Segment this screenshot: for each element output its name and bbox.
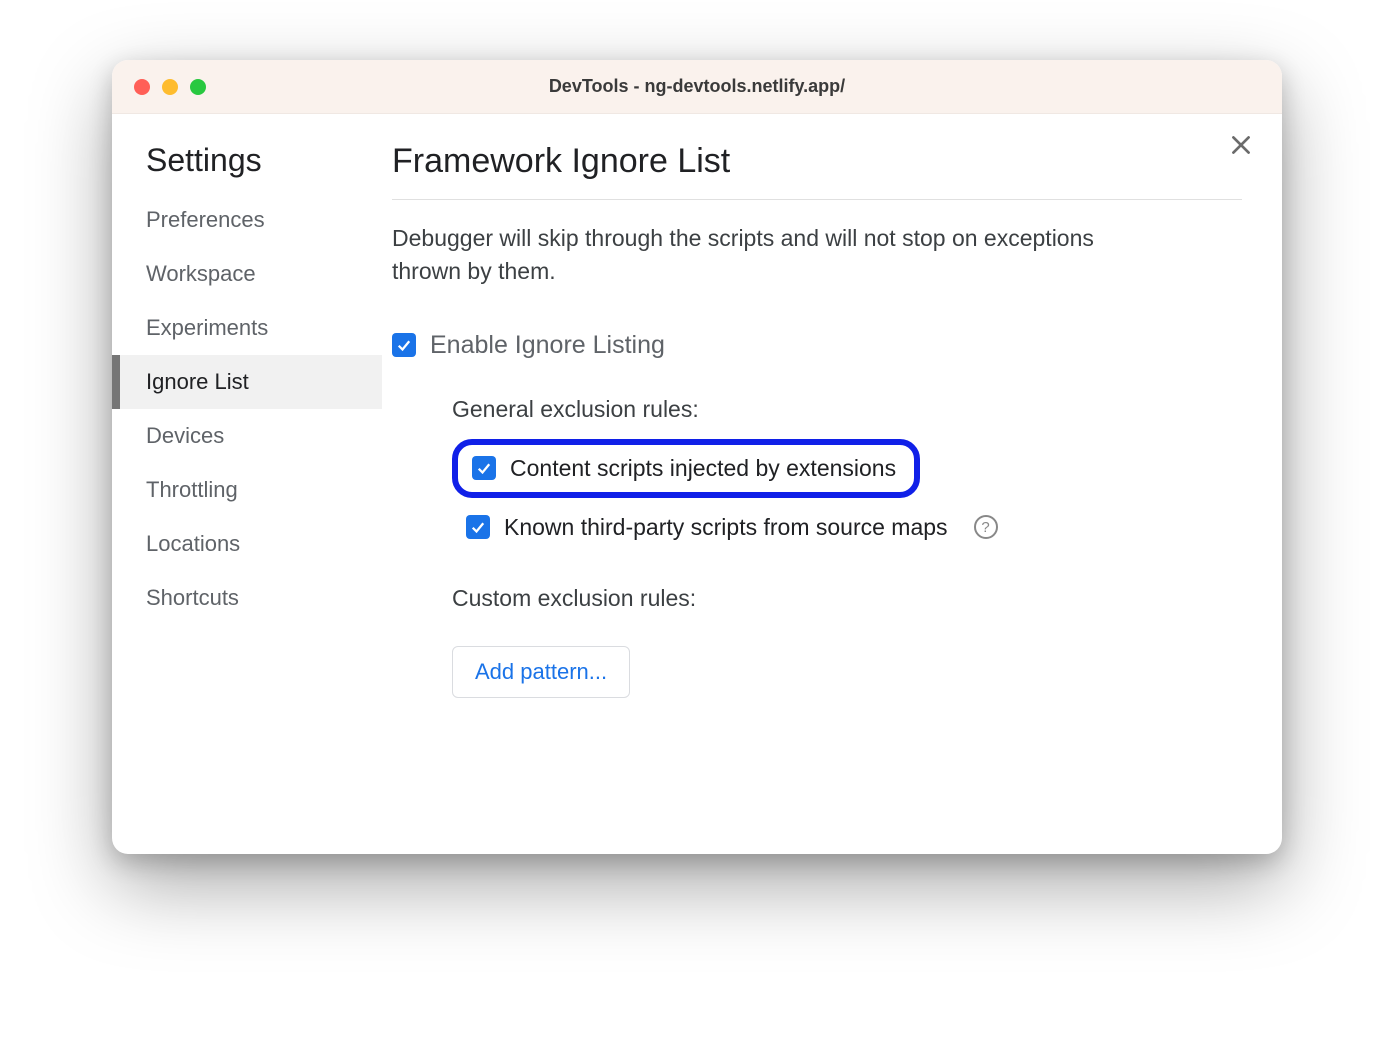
enable-ignore-listing-row: Enable Ignore Listing bbox=[392, 331, 1242, 360]
panel-title: Framework Ignore List bbox=[392, 142, 1242, 200]
close-settings-button[interactable] bbox=[1228, 132, 1254, 163]
sidebar-item-label: Workspace bbox=[146, 261, 256, 286]
third-party-label: Known third-party scripts from source ma… bbox=[504, 514, 948, 541]
sidebar-item-preferences[interactable]: Preferences bbox=[112, 193, 382, 247]
settings-sidebar: Settings Preferences Workspace Experimen… bbox=[112, 114, 382, 854]
sidebar-item-label: Throttling bbox=[146, 477, 238, 502]
settings-content: Settings Preferences Workspace Experimen… bbox=[112, 114, 1282, 854]
custom-rules-heading: Custom exclusion rules: bbox=[392, 585, 1242, 612]
devtools-settings-window: DevTools - ng-devtools.netlify.app/ Sett… bbox=[112, 60, 1282, 854]
sidebar-item-label: Devices bbox=[146, 423, 224, 448]
help-icon[interactable]: ? bbox=[974, 515, 998, 539]
sidebar-item-ignore-list[interactable]: Ignore List bbox=[112, 355, 382, 409]
sidebar-item-devices[interactable]: Devices bbox=[112, 409, 382, 463]
content-scripts-rule-highlight: Content scripts injected by extensions bbox=[452, 439, 920, 498]
window-titlebar: DevTools - ng-devtools.netlify.app/ bbox=[112, 60, 1282, 114]
settings-main-panel: Framework Ignore List Debugger will skip… bbox=[382, 114, 1282, 854]
content-scripts-label: Content scripts injected by extensions bbox=[510, 455, 896, 482]
sidebar-item-label: Experiments bbox=[146, 315, 268, 340]
window-close-button[interactable] bbox=[134, 79, 150, 95]
sidebar-item-shortcuts[interactable]: Shortcuts bbox=[112, 571, 382, 625]
traffic-lights bbox=[112, 79, 206, 95]
sidebar-item-throttling[interactable]: Throttling bbox=[112, 463, 382, 517]
sidebar-item-workspace[interactable]: Workspace bbox=[112, 247, 382, 301]
sidebar-item-label: Shortcuts bbox=[146, 585, 239, 610]
sidebar-item-experiments[interactable]: Experiments bbox=[112, 301, 382, 355]
add-pattern-button[interactable]: Add pattern... bbox=[452, 646, 630, 698]
content-scripts-checkbox[interactable] bbox=[472, 456, 496, 480]
settings-heading: Settings bbox=[112, 142, 382, 193]
window-title: DevTools - ng-devtools.netlify.app/ bbox=[112, 76, 1282, 97]
window-minimize-button[interactable] bbox=[162, 79, 178, 95]
close-icon bbox=[1228, 132, 1254, 158]
panel-description: Debugger will skip through the scripts a… bbox=[392, 222, 1112, 289]
check-icon bbox=[475, 459, 493, 477]
third-party-checkbox[interactable] bbox=[466, 515, 490, 539]
enable-ignore-listing-label: Enable Ignore Listing bbox=[430, 331, 665, 360]
sidebar-item-locations[interactable]: Locations bbox=[112, 517, 382, 571]
third-party-rule-row: Known third-party scripts from source ma… bbox=[466, 514, 1242, 541]
sidebar-item-label: Locations bbox=[146, 531, 240, 556]
check-icon bbox=[395, 336, 413, 354]
custom-rules-section: Custom exclusion rules: Add pattern... bbox=[392, 585, 1242, 698]
enable-ignore-listing-checkbox[interactable] bbox=[392, 333, 416, 357]
sidebar-item-label: Preferences bbox=[146, 207, 265, 232]
general-rules-heading: General exclusion rules: bbox=[392, 396, 1242, 423]
check-icon bbox=[469, 518, 487, 536]
general-rules-group: Content scripts injected by extensions bbox=[452, 439, 1242, 514]
sidebar-item-label: Ignore List bbox=[146, 369, 249, 394]
window-maximize-button[interactable] bbox=[190, 79, 206, 95]
